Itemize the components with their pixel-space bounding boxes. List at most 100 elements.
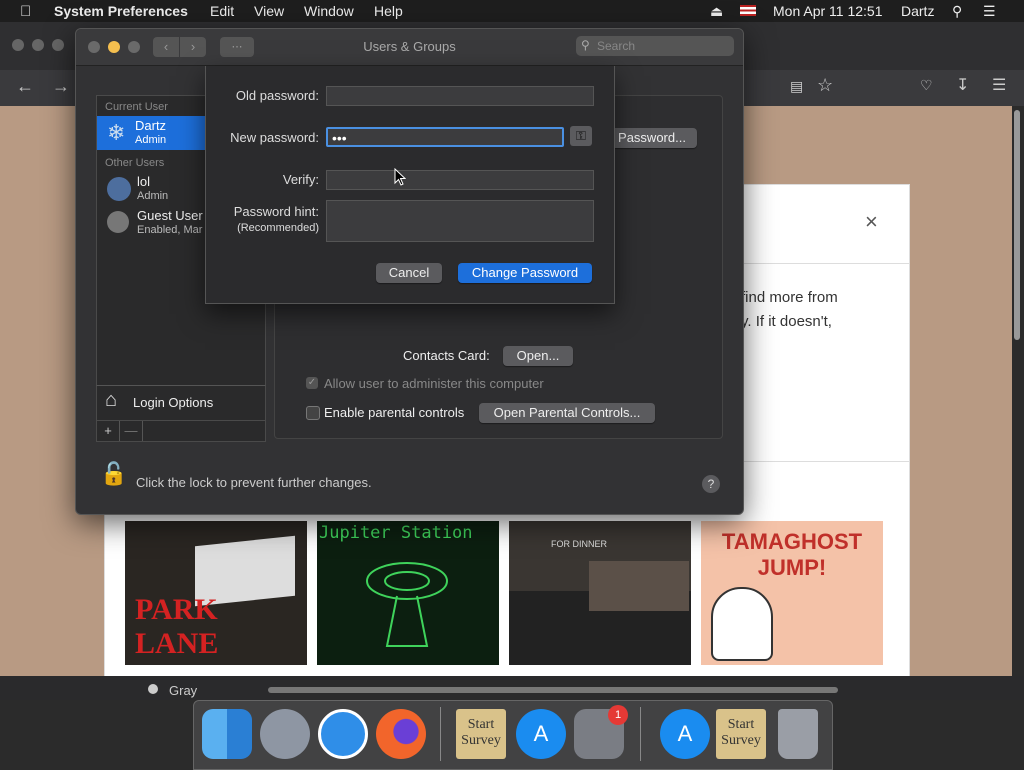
page-snippet-line2: y. If it doesn't, xyxy=(741,313,832,330)
apple-menu-icon[interactable]:  xyxy=(20,3,31,20)
game-thumbnail-for-dinner[interactable]: FOR DINNER xyxy=(509,521,691,665)
horizontal-scrollbar[interactable] xyxy=(268,687,838,693)
password-assistant-key-icon[interactable]: ⚿ xyxy=(570,126,592,146)
open-parental-controls-button[interactable]: Open Parental Controls... xyxy=(479,403,655,423)
app-store-download-icon[interactable]: A xyxy=(660,709,710,759)
login-options-label: Login Options xyxy=(133,395,214,410)
eject-icon[interactable]: ⏏ xyxy=(710,3,723,20)
new-password-field[interactable]: ••• xyxy=(326,127,564,147)
zoom-button[interactable] xyxy=(128,41,140,53)
login-options-row[interactable]: ⌂ Login Options xyxy=(96,385,266,421)
dock-separator xyxy=(640,707,641,761)
close-button[interactable] xyxy=(88,41,100,53)
status-dot-icon xyxy=(148,684,158,694)
minimize-button[interactable] xyxy=(108,41,120,53)
user-name: lol xyxy=(137,174,151,189)
browser-close-light[interactable] xyxy=(12,39,24,51)
lock-hint-text: Click the lock to prevent further change… xyxy=(136,475,372,490)
notification-center-icon[interactable]: ☰ xyxy=(983,3,996,20)
change-password-button[interactable]: Change Password xyxy=(458,263,592,283)
game-thumbnail-tamaghost-jump[interactable]: TAMAGHOST JUMP! xyxy=(701,521,883,665)
contacts-card-label: Contacts Card: xyxy=(403,348,490,363)
start-survey-icon[interactable]: Start Survey xyxy=(456,709,506,759)
user-role: Admin xyxy=(137,190,169,202)
start-survey-file-icon[interactable]: Start Survey xyxy=(716,709,766,759)
password-hint-label: Password hint: xyxy=(233,204,319,219)
add-remove-bar: + — xyxy=(96,420,266,442)
parental-controls-checkbox[interactable] xyxy=(306,406,320,420)
notification-badge: 1 xyxy=(608,705,628,725)
reader-view-icon[interactable]: ▤ xyxy=(790,78,803,95)
password-hint-sublabel: (Recommended) xyxy=(237,222,319,234)
parental-controls-label: Enable parental controls xyxy=(324,405,465,420)
change-password-open-button[interactable]: Password... xyxy=(607,128,697,148)
allow-admin-label: Allow user to administer this computer xyxy=(324,376,544,391)
browser-max-light[interactable] xyxy=(52,39,64,51)
penguin-avatar-icon xyxy=(107,177,131,201)
menu-edit[interactable]: Edit xyxy=(210,3,234,19)
close-icon[interactable]: × xyxy=(865,209,878,235)
password-hint-field[interactable] xyxy=(326,200,594,242)
trash-icon[interactable] xyxy=(778,709,818,759)
dock: Start Survey A 1 A Start Survey xyxy=(193,700,833,770)
allow-admin-checkbox[interactable]: ✓ xyxy=(306,377,318,389)
menu-bar:  System Preferences Edit View Window He… xyxy=(0,0,1024,22)
old-password-field[interactable] xyxy=(326,86,594,106)
other-users-header: Other Users xyxy=(105,157,165,169)
verify-field[interactable] xyxy=(326,170,594,190)
current-user-header: Current User xyxy=(105,101,168,113)
bookmark-star-icon[interactable]: ☆ xyxy=(817,75,833,96)
pocket-icon[interactable]: ♡ xyxy=(920,77,933,94)
mouse-cursor-icon xyxy=(394,168,406,186)
window-titlebar: ‹ › ⋯ Users & Groups ⚲ Search xyxy=(76,29,743,66)
game-thumbnail-park-lane[interactable]: PARK LANE xyxy=(125,521,307,665)
thumb-title: Jupiter Station xyxy=(319,523,473,543)
verify-label: Verify: xyxy=(282,172,319,187)
open-contacts-button[interactable]: Open... xyxy=(503,346,573,366)
search-icon: ⚲ xyxy=(581,38,590,52)
show-all-grid-icon[interactable]: ⋯ xyxy=(220,37,254,57)
safari-icon[interactable] xyxy=(318,709,368,759)
app-menu[interactable]: System Preferences xyxy=(54,3,188,19)
user-name: Guest User xyxy=(137,208,203,223)
browser-status-bar: Gray xyxy=(0,676,1024,700)
browser-min-light[interactable] xyxy=(32,39,44,51)
app-store-icon[interactable]: A xyxy=(516,709,566,759)
menu-view[interactable]: View xyxy=(254,3,284,19)
old-password-label: Old password: xyxy=(235,88,319,103)
finder-icon[interactable] xyxy=(202,709,252,759)
search-field[interactable]: ⚲ Search xyxy=(576,36,734,56)
back-button[interactable]: ‹ xyxy=(153,37,179,57)
new-password-label: New password: xyxy=(230,130,319,145)
input-source-flag-icon[interactable] xyxy=(740,5,756,16)
page-snippet-line1: find more from xyxy=(741,289,838,306)
menu-help[interactable]: Help xyxy=(374,3,403,19)
thumb-title: PARK LANE xyxy=(135,593,219,660)
system-preferences-icon[interactable]: 1 xyxy=(574,705,628,759)
back-arrow-icon[interactable]: ← xyxy=(16,76,34,97)
forward-button[interactable]: › xyxy=(180,37,206,57)
hamburger-menu-icon[interactable]: ☰ xyxy=(992,75,1006,95)
clock[interactable]: Mon Apr 11 12:51 xyxy=(773,3,882,19)
page-scrollbar[interactable] xyxy=(1014,110,1020,340)
spaceship-icon xyxy=(366,562,448,647)
user-menu[interactable]: Dartz xyxy=(901,3,934,19)
firefox-icon[interactable] xyxy=(376,709,426,759)
forward-arrow-icon[interactable]: → xyxy=(52,76,70,97)
spotlight-icon[interactable]: ⚲ xyxy=(952,3,962,20)
dock-separator xyxy=(440,707,441,761)
add-user-button[interactable]: + xyxy=(97,421,120,441)
help-button[interactable]: ? xyxy=(702,475,720,493)
launchpad-icon[interactable] xyxy=(260,709,310,759)
status-label: Gray xyxy=(169,683,198,698)
window-title: Users & Groups xyxy=(363,39,456,54)
guest-avatar-icon xyxy=(107,211,129,233)
user-role: Enabled, Mar xyxy=(137,224,203,236)
cancel-button[interactable]: Cancel xyxy=(376,263,442,283)
remove-user-button[interactable]: — xyxy=(120,421,143,441)
game-thumbnail-jupiter-station[interactable]: Jupiter Station xyxy=(317,521,499,665)
downloads-icon[interactable]: ↧ xyxy=(956,75,969,95)
unlocked-lock-icon[interactable]: 🔓 xyxy=(100,461,127,487)
snowflake-avatar-icon: ❄ xyxy=(107,120,126,145)
menu-window[interactable]: Window xyxy=(304,3,354,19)
